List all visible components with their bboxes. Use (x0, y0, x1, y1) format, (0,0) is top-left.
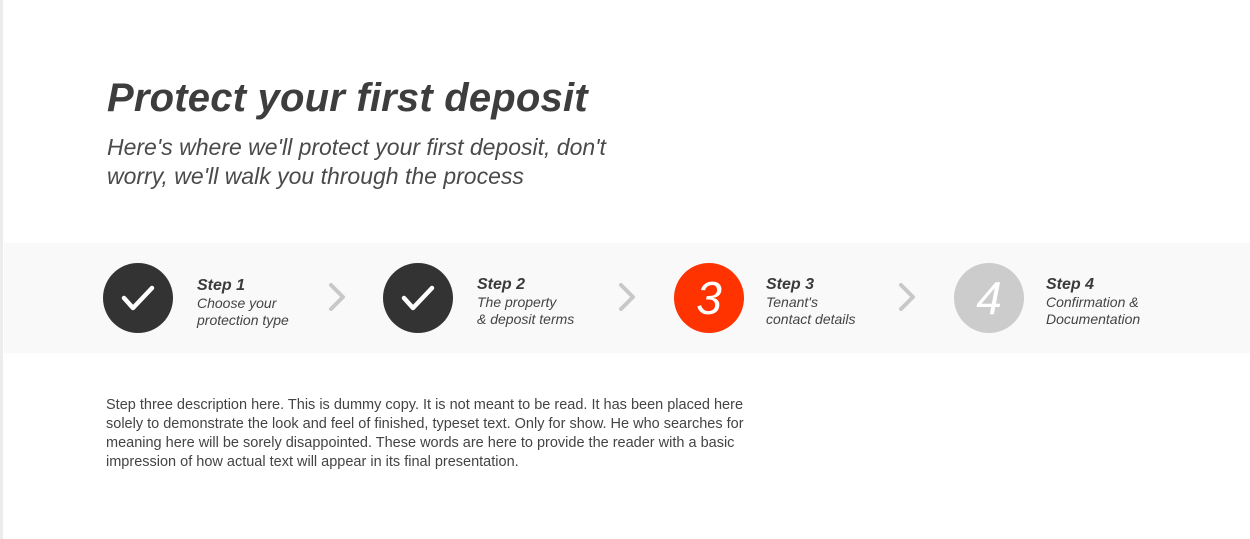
step-1-desc-line1: Choose your (197, 295, 277, 311)
step-2-desc-line2: & deposit terms (477, 311, 575, 327)
step-3-circle: 3 (674, 263, 744, 333)
step-1-desc-line2: protection type (197, 312, 289, 328)
page-subtitle: Here's where we'll protect your first de… (107, 134, 606, 189)
step-3-title: Step 3 (766, 276, 815, 293)
step-1-text: Step 1 Choose your protection type (197, 276, 289, 329)
step-3-desc-line1: Tenant's (766, 294, 818, 310)
step-description: Step three description here. This is dum… (106, 397, 744, 470)
step-4-desc-line1: Confirmation & (1046, 294, 1139, 310)
page-title: Protect your first deposit (107, 76, 588, 120)
checkmark-icon (121, 285, 155, 311)
step-3-number: 3 (696, 272, 722, 324)
step-4-circle: 4 (954, 263, 1024, 333)
checkmark-icon (401, 285, 435, 311)
progress-steps-bar: Step 1 Choose your protection type Step … (4, 243, 1250, 353)
step-4-title: Step 4 (1046, 276, 1095, 293)
step-3-desc-line2: contact details (766, 311, 856, 327)
step-4-number: 4 (976, 272, 1002, 324)
step-2-desc-line1: The property (477, 294, 557, 310)
step-2-title: Step 2 (477, 276, 526, 293)
chevron-right-icon (619, 283, 635, 311)
step-2-text: Step 2 The property & deposit terms (477, 275, 574, 328)
left-border (0, 0, 3, 539)
step-2-circle (383, 263, 453, 333)
step-3-text: Step 3 Tenant's contact details (766, 275, 856, 328)
step-4-desc-line2: Documentation (1046, 311, 1141, 327)
step-4-text: Step 4 Confirmation & Documentation (1046, 275, 1140, 328)
step-1-circle (103, 263, 173, 333)
chevron-right-icon (899, 283, 915, 311)
step-1-title: Step 1 (197, 277, 246, 294)
chevron-right-icon (329, 283, 345, 311)
